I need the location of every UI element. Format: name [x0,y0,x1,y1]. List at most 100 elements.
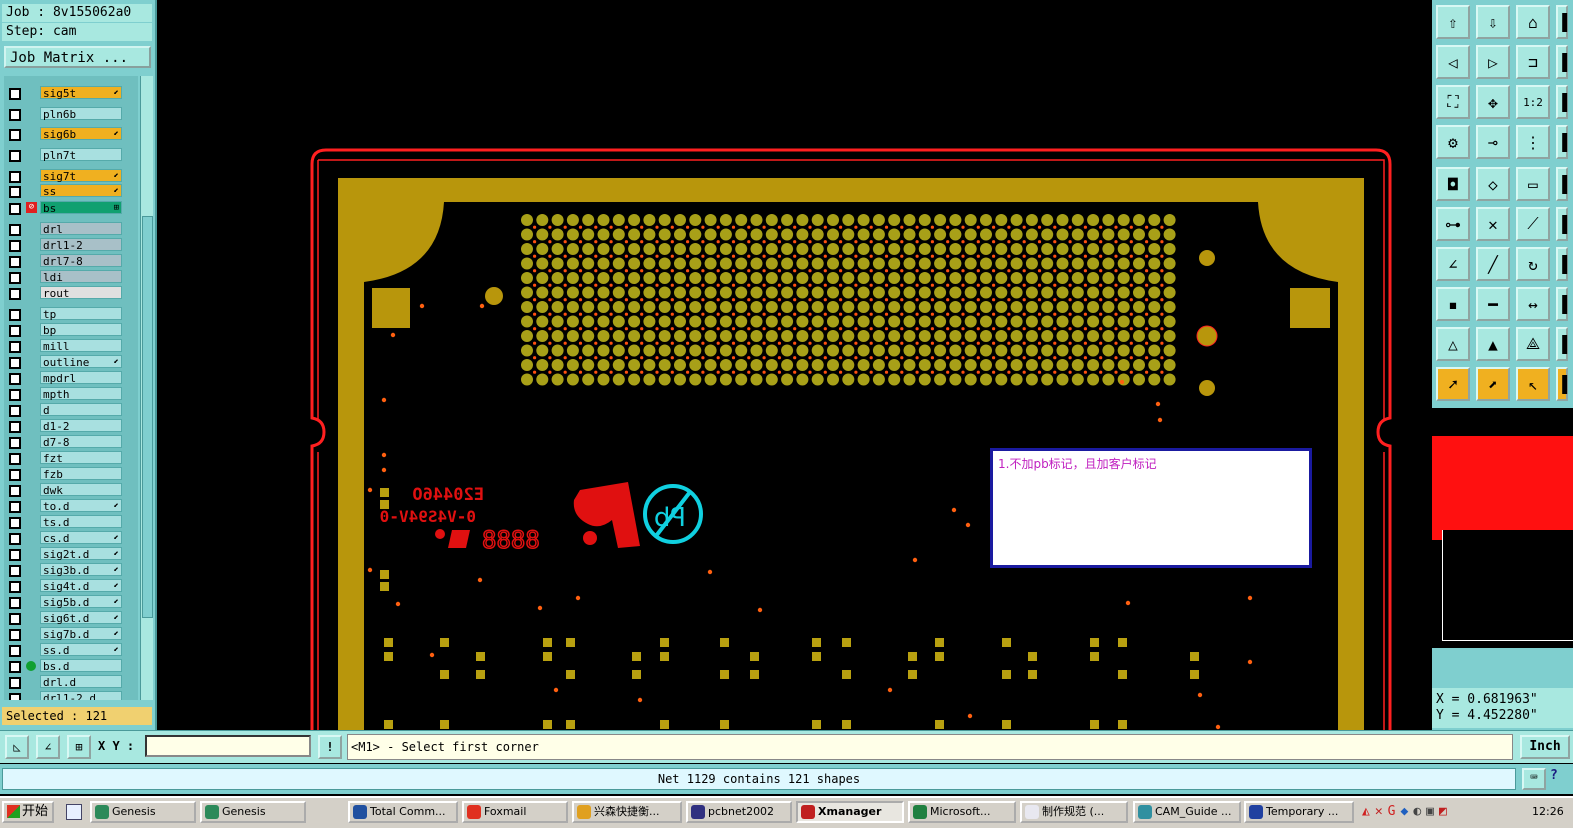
layer-checkbox[interactable] [9,357,21,369]
layer-checkbox[interactable] [9,517,21,529]
layer-row[interactable]: tp [4,307,138,321]
layer-name[interactable]: drl1-2 [40,238,122,252]
scrollbar-thumb[interactable] [142,216,153,618]
help-icon[interactable]: ? [1550,768,1572,790]
pan-icon[interactable]: ✥ [1476,85,1510,119]
layer-checkbox[interactable] [9,150,21,162]
extra-icon[interactable]: ▐ [1556,207,1568,241]
taskbar-item[interactable]: Genesis [200,801,306,823]
layer-row[interactable]: rout [4,286,138,300]
layer-name[interactable]: sig7b.d ⬋ [40,627,122,641]
layer-checkbox[interactable] [9,421,21,433]
layer-name[interactable]: drl7-8 [40,254,122,268]
layer-checkbox[interactable] [9,405,21,417]
layer-row[interactable]: outline ⬋ [4,355,138,369]
zoom-window-icon[interactable]: ⊐ [1516,45,1550,79]
taskbar-item[interactable]: pcbnet2002 [686,801,792,823]
snap-angle-icon[interactable]: ∠ [36,735,60,759]
layer-name[interactable]: bs.d [40,659,122,673]
layer-row[interactable]: mill [4,339,138,353]
layers-icon[interactable]: ⋮ [1516,125,1550,159]
layer-row[interactable]: ss.d ⬋ [4,643,138,657]
layer-checkbox[interactable] [9,693,21,700]
extra-icon[interactable]: ▐ [1556,287,1568,321]
layer-checkbox[interactable] [9,597,21,609]
layer-row[interactable]: sig7t ⬋ [4,169,138,183]
layer-row[interactable]: mpth [4,387,138,401]
layer-name[interactable]: pln7t [40,148,122,162]
layer-checkbox[interactable] [9,373,21,385]
layer-row[interactable]: pln7t [4,148,138,162]
layer-name[interactable]: d7-8 [40,435,122,449]
layer-checkbox[interactable] [9,288,21,300]
layer-checkbox[interactable] [9,533,21,545]
layer-row[interactable]: sig3b.d ⬋ [4,563,138,577]
layer-row[interactable]: ts.d [4,515,138,529]
layer-checkbox[interactable] [9,661,21,673]
layer-name[interactable]: drl [40,222,122,236]
desktop-icon[interactable] [66,804,82,820]
layer-row[interactable]: d1-2 [4,419,138,433]
layer-row[interactable]: to.d ⬋ [4,499,138,513]
tray-volume-icon[interactable]: ◐ [1413,804,1426,819]
shape-icon[interactable]: ◇ [1476,167,1510,201]
tray-xmanager-icon[interactable]: ✕ [1375,804,1388,819]
layer-checkbox[interactable] [9,88,21,100]
layer-row[interactable]: sig7b.d ⬋ [4,627,138,641]
layer-name[interactable]: ss ⬋ [40,184,122,198]
layer-name[interactable]: dwk [40,483,122,497]
taskbar-item[interactable]: Microsoft... [908,801,1016,823]
layer-row[interactable]: bs.d [4,659,138,673]
layer-row[interactable]: drl1-2 [4,238,138,252]
layer-row[interactable]: ldi [4,270,138,284]
snap-grid-icon[interactable]: ◺ [5,735,29,759]
triangle-select-icon[interactable]: ⟁ [1516,327,1550,361]
select-pointer-icon[interactable]: ➚ [1436,367,1470,401]
zoom-prev-icon[interactable]: ◁ [1436,45,1470,79]
layer-row[interactable]: sig6b ⬋ [4,127,138,141]
layer-name[interactable]: bp [40,323,122,337]
taskbar-item[interactable]: CAM_Guide ... [1133,801,1241,823]
layer-checkbox[interactable] [9,581,21,593]
settings-icon[interactable]: ⚙ [1436,125,1470,159]
tray-security-icon[interactable]: ◩ [1439,804,1452,819]
ruler-icon[interactable]: ▭ [1516,167,1550,201]
layer-checkbox[interactable] [9,129,21,141]
layer-checkbox[interactable] [9,186,21,198]
layer-name[interactable]: sig5b.d ⬋ [40,595,122,609]
tray-display-icon[interactable]: ▣ [1426,804,1439,819]
xy-input[interactable] [145,735,311,757]
alert-icon[interactable]: ! [318,735,342,759]
cross-icon[interactable]: ✕ [1476,207,1510,241]
annotation-note[interactable]: 1.不加pb标记，且加客户标记 [990,448,1312,568]
layer-name[interactable]: rout [40,286,122,300]
graphic-canvas[interactable]: E20446O 0-V4S94V-0 8888 Pb [155,0,1432,730]
layer-name[interactable]: ts.d [40,515,122,529]
layer-checkbox[interactable] [9,565,21,577]
taskbar-item[interactable]: Foxmail [462,801,568,823]
layer-name[interactable]: sig7t ⬋ [40,169,122,183]
layer-row[interactable]: sig6t.d ⬋ [4,611,138,625]
layer-name[interactable]: sig5t ⬋ [40,86,122,100]
layer-name[interactable]: drl.d [40,675,122,689]
layer-row[interactable]: ⊘ bs ⊞ [4,201,138,215]
taskbar-item[interactable]: 制作规范 (... [1020,801,1128,823]
layer-checkbox[interactable] [9,437,21,449]
line-icon[interactable]: ╱ [1476,247,1510,281]
extra-icon[interactable]: ▐ [1556,247,1568,281]
connect-icon[interactable]: ⟋ [1516,207,1550,241]
select-rotate-icon[interactable]: ↖ [1516,367,1550,401]
zoom-next-icon[interactable]: ▷ [1476,45,1510,79]
zoom-1to1-icon[interactable]: 1:2 [1516,85,1550,119]
layer-checkbox[interactable] [9,309,21,321]
save-icon[interactable]: ⇩ [1476,5,1510,39]
layer-name[interactable]: d [40,403,122,417]
extra-icon[interactable]: ▐ [1556,167,1568,201]
layer-checkbox[interactable] [9,469,21,481]
taskbar-item[interactable]: Temporary ... [1244,801,1354,823]
minus-icon[interactable]: ━ [1476,287,1510,321]
taskbar-item[interactable]: 兴森快捷衡... [572,801,682,823]
layer-row[interactable]: mpdrl [4,371,138,385]
layer-checkbox[interactable] [9,629,21,641]
layer-name[interactable]: ss.d ⬋ [40,643,122,657]
